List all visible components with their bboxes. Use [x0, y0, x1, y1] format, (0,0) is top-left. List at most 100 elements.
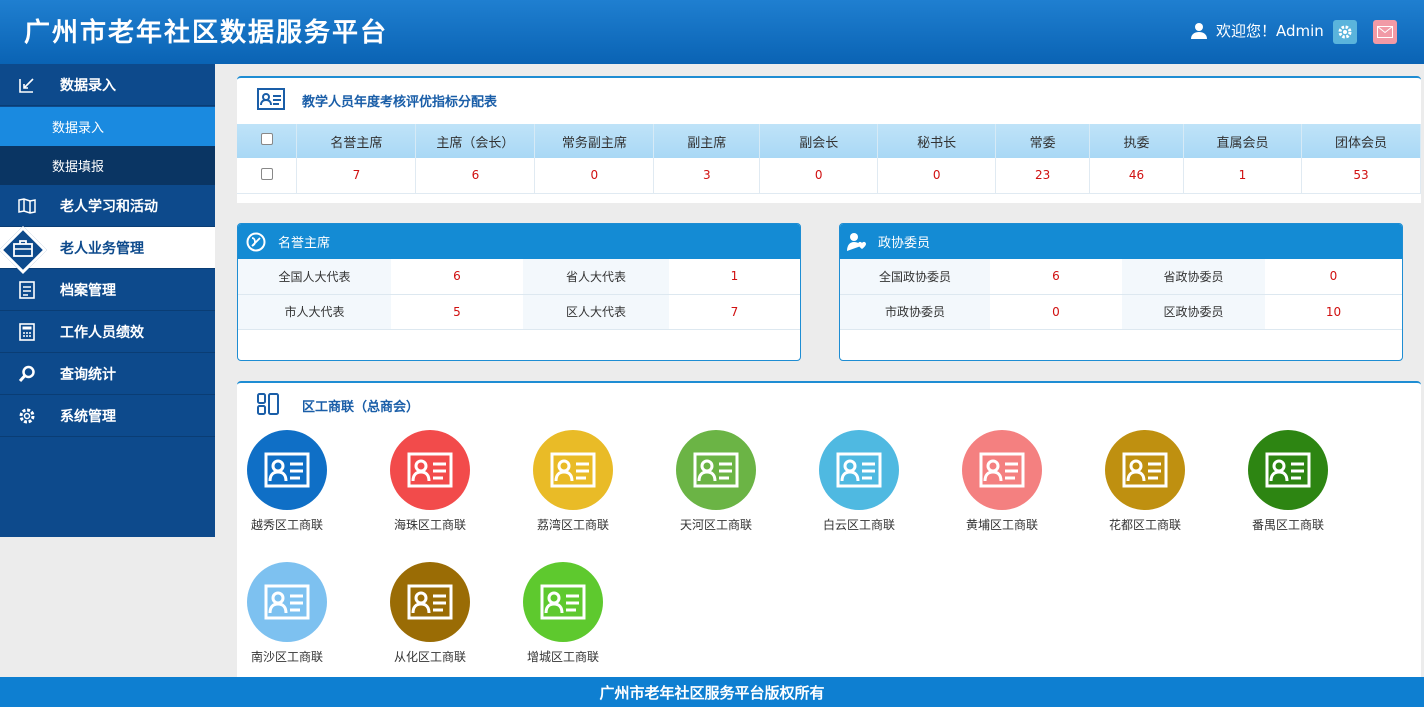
emblem-icon [246, 232, 266, 251]
id-card-icon [1265, 452, 1311, 488]
sidebar-item-system[interactable]: 系统管理 [0, 395, 215, 437]
id-card-icon [264, 584, 310, 620]
table-cell-label: 全国人大代表 [238, 259, 391, 295]
table-cell: 3 [653, 158, 761, 194]
select-all-checkbox[interactable] [260, 133, 273, 145]
federation-card-circle [819, 430, 899, 510]
table-cell-label: 市人大代表 [238, 294, 391, 330]
id-card-icon [693, 452, 739, 488]
federation-card-label: 增城区工商联 [526, 650, 599, 664]
federation-card[interactable]: 白云区工商联 [794, 430, 924, 533]
federation-card-label: 花都区工商联 [1108, 518, 1181, 532]
federation-card-label: 荔湾区工商联 [536, 518, 609, 532]
sidebar-item-data-entry[interactable]: 数据录入 [0, 64, 215, 106]
federation-card-label: 海珠区工商联 [393, 518, 466, 532]
sidebar-item-label: 查询统计 [60, 366, 116, 383]
federation-card-label: 天河区工商联 [679, 518, 752, 532]
app-title: 广州市老年社区数据服务平台 [24, 18, 389, 48]
sidebar-item-label: 工作人员绩效 [60, 324, 144, 341]
table-row: 全国人大代表 6 省人大代表 1 [238, 259, 800, 295]
column-header: 副会长 [759, 124, 879, 158]
federation-card-circle [390, 430, 470, 510]
column-header: 常务副主席 [534, 124, 655, 158]
mail-button[interactable] [1373, 20, 1397, 44]
table-cell: 0 [877, 158, 997, 194]
federation-card[interactable]: 增城区工商联 [498, 562, 628, 665]
calculator-icon [16, 321, 38, 343]
federation-card[interactable]: 海珠区工商联 [365, 430, 495, 533]
welcome-text: 欢迎您！Admin [1216, 22, 1324, 40]
federation-card-circle [247, 430, 327, 510]
federation-card[interactable]: 南沙区工商联 [222, 562, 352, 665]
table-cell: 0 [534, 158, 655, 194]
sidebar-item-archive[interactable]: 档案管理 [0, 269, 215, 311]
settings-button[interactable] [1333, 20, 1357, 44]
edit-icon [16, 74, 38, 96]
table-cell-label: 省政协委员 [1122, 259, 1265, 295]
column-header: 主席（会长） [415, 124, 536, 158]
id-card-icon [836, 452, 882, 488]
federation-card[interactable]: 从化区工商联 [365, 562, 495, 665]
column-header: 直属会员 [1183, 124, 1302, 158]
table-cell-label: 省人大代表 [523, 259, 669, 295]
federation-card[interactable]: 越秀区工商联 [222, 430, 352, 533]
row-checkbox[interactable] [260, 167, 273, 180]
federation-card-circle [1248, 430, 1328, 510]
mail-icon [1377, 26, 1393, 38]
federation-card-circle [390, 562, 470, 642]
federation-card[interactable]: 天河区工商联 [651, 430, 781, 533]
sidebar-subitem-data-entry[interactable]: 数据录入 [0, 107, 215, 146]
row-select-cell [237, 158, 298, 194]
table-cell-label: 区人大代表 [523, 294, 669, 330]
column-header: 名誉主席 [296, 124, 417, 158]
table-cell-value: 0 [990, 294, 1122, 330]
table-cell: 0 [759, 158, 879, 194]
footer-text: 广州市老年社区服务平台版权所有 [599, 683, 825, 702]
federation-card-circle [533, 430, 613, 510]
sidebar-item-performance[interactable]: 工作人员绩效 [0, 311, 215, 353]
table-cell-value: 6 [990, 259, 1122, 295]
sidebar-item-label: 老人学习和活动 [60, 198, 158, 215]
column-header: 执委 [1089, 124, 1185, 158]
federation-card[interactable]: 花都区工商联 [1080, 430, 1210, 533]
user-icon [1191, 22, 1207, 39]
map-icon [16, 195, 38, 217]
table-cell-label: 区政协委员 [1122, 294, 1265, 330]
federation-card-circle [1105, 430, 1185, 510]
table-row: 市政协委员 0 区政协委员 10 [840, 294, 1402, 330]
sidebar-item-label: 数据录入 [60, 77, 116, 94]
table-header-row: 名誉主席 主席（会长） 常务副主席 副主席 副会长 秘书长 常委 执委 直属会员… [237, 124, 1422, 158]
table-row: 市人大代表 5 区人大代表 7 [238, 294, 800, 330]
user-welcome[interactable]: 欢迎您！Admin [1190, 20, 1324, 41]
federation-title: 区工商联（总商会） [302, 400, 420, 415]
sidebar-item-learning[interactable]: 老人学习和活动 [0, 185, 215, 227]
table-cell-value: 0 [1265, 259, 1402, 295]
sidebar-item-query[interactable]: 查询统计 [0, 353, 215, 395]
column-header: 常委 [995, 124, 1091, 158]
layout-icon [257, 393, 279, 415]
federation-card-circle [247, 562, 327, 642]
table-cell: 1 [1183, 158, 1302, 194]
table-cell: 7 [296, 158, 417, 194]
top-header: 广州市老年社区数据服务平台 欢迎您！Admin [0, 0, 1424, 64]
federation-card[interactable]: 黄埔区工商联 [937, 430, 1067, 533]
federation-card[interactable]: 荔湾区工商联 [508, 430, 638, 533]
table-cell: 23 [995, 158, 1091, 194]
gear-icon [16, 405, 38, 427]
id-card-icon [540, 584, 586, 620]
honorary-table: 全国人大代表 6 省人大代表 1 市人大代表 5 区人大代表 7 [238, 259, 800, 330]
archive-icon [16, 279, 38, 301]
sidebar-subitem-data-fill[interactable]: 数据填报 [0, 146, 215, 185]
gear-icon [1338, 25, 1352, 39]
federation-card-label: 番禺区工商联 [1251, 518, 1324, 532]
briefcase-icon [13, 240, 33, 257]
federation-panel: 区工商联（总商会） 越秀区工商联 海珠区工商联 荔湾区工商联 天河区工商联 白云… [237, 381, 1421, 677]
id-card-icon [407, 452, 453, 488]
honorary-header: 名誉主席 [238, 224, 800, 259]
federation-card[interactable]: 番禺区工商联 [1223, 430, 1353, 533]
federation-card-circle [676, 430, 756, 510]
people-icon [847, 232, 866, 251]
column-header: 秘书长 [877, 124, 997, 158]
column-header: 团体会员 [1301, 124, 1422, 158]
honorary-title: 名誉主席 [278, 236, 331, 251]
